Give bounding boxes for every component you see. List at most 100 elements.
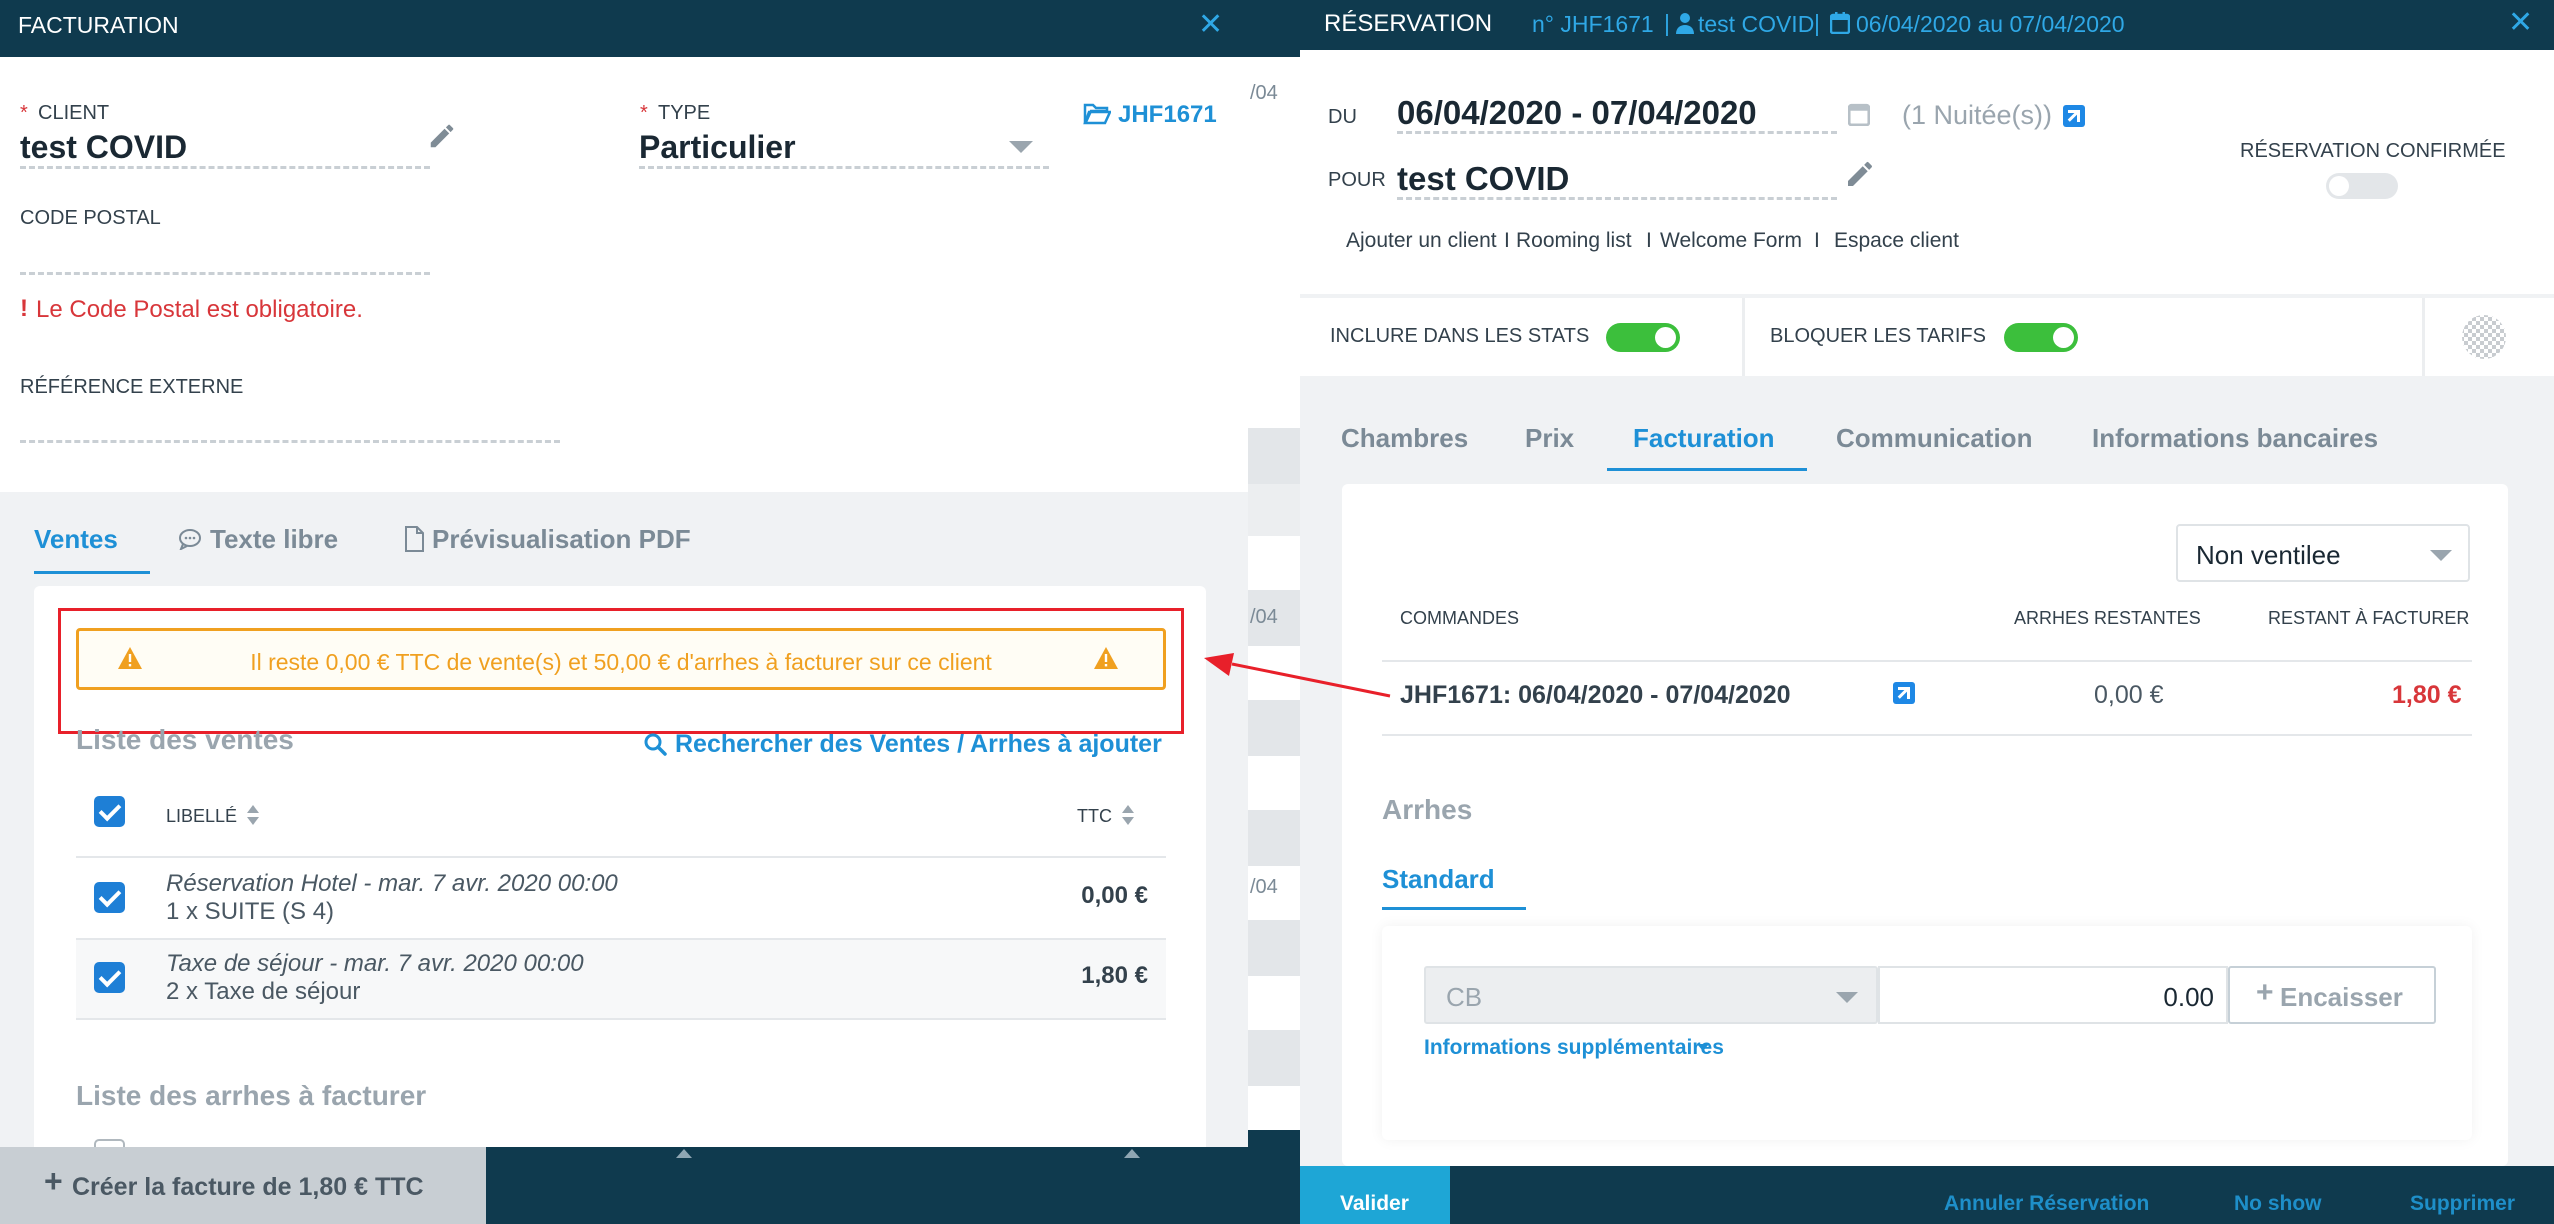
sort-icon[interactable] [246,804,260,826]
reservation-number: n° JHF1671 [1532,11,1654,37]
external-link-icon[interactable] [1893,682,1915,704]
link-separator: I [1814,229,1820,252]
column-header-restant: RESTANT À FACTURER [2268,608,2470,628]
chevron-down-icon [2430,550,2452,561]
include-stats-toggle[interactable] [1606,323,1680,352]
tab-informations-bancaires[interactable]: Informations bancaires [2092,423,2378,454]
order-arrhes: 0,00 € [2094,681,2164,709]
cancel-reservation-button[interactable]: Annuler Réservation [1944,1192,2149,1216]
column-header-arrhes: ARRHES RESTANTES [2014,608,2201,628]
row-checkbox[interactable] [94,882,125,913]
no-show-button[interactable]: No show [2234,1192,2322,1216]
sort-icon [676,1149,692,1158]
type-select[interactable]: Particulier [639,127,1049,169]
reservation-ref-link[interactable]: JHF1671 [1118,101,1217,129]
color-swatch-icon[interactable] [2460,313,2508,361]
payment-method-value: CB [1446,982,1483,1012]
tab-standard[interactable]: Standard [1382,864,1526,910]
delete-button[interactable]: Supprimer [2410,1192,2515,1216]
order-row[interactable]: JHF1671: 06/04/2020 - 07/04/2020 0,00 € … [1382,660,2472,736]
close-icon[interactable]: ✕ [1198,7,1223,42]
nights-count: (1 Nuitée(s)) [1902,100,2053,130]
close-icon[interactable]: ✕ [2508,5,2533,40]
column-header-libelle[interactable]: LIBELLÉ [166,806,237,827]
confirmed-toggle[interactable] [2326,173,2398,199]
client-required-mark: * [20,102,28,124]
calendar-row [1248,1130,1300,1224]
external-link-icon[interactable] [2063,105,2085,127]
postal-code-error-mark: ! [20,295,28,322]
tab-prix[interactable]: Prix [1525,423,1574,454]
tab-standard-label: Standard [1382,864,1495,894]
select-all-checkbox[interactable] [94,796,125,827]
validate-button[interactable]: Valider [1300,1166,1450,1224]
search-sales-link[interactable]: Rechercher des Ventes / Arrhes à ajouter [675,730,1162,759]
calendar-icon [1830,12,1850,34]
dates-value: 06/04/2020 - 07/04/2020 [1397,94,1757,131]
calendar-row [1248,484,1300,536]
calendar-icon[interactable] [1848,102,1870,126]
footer-bar: + Créer la facture de 1,80 € TTC [0,1147,1248,1224]
client-field[interactable]: test COVID [20,127,430,169]
warning-banner: Il reste 0,00 € TTC de vente(s) et 50,00… [76,628,1166,690]
plus-icon: + [44,1163,63,1199]
confirmed-label: RÉSERVATION CONFIRMÉE [2240,140,2506,162]
search-icon[interactable] [643,732,667,756]
external-reference-label: RÉFÉRENCE EXTERNE [20,376,244,398]
postal-code-error: Le Code Postal est obligatoire. [36,296,363,323]
encaisser-label: Encaisser [2280,982,2403,1012]
link-separator: I [1504,229,1510,252]
link-separator: I [1646,229,1652,252]
row-line1: Taxe de séjour - mar. 7 avr. 2020 00:00 [166,950,584,977]
postal-code-field[interactable] [20,239,430,275]
calendar-row [1248,810,1300,866]
options-divider [1742,298,1745,376]
tab-facturation[interactable]: Facturation [1607,423,1807,471]
tab-ventes[interactable]: Ventes [34,524,150,574]
arrhes-list-title: Liste des arrhes à facturer [76,1080,427,1111]
create-invoice-button[interactable]: + Créer la facture de 1,80 € TTC [0,1147,486,1224]
ventilation-select[interactable]: Non ventilee [2176,524,2470,582]
calendar-row [1248,920,1300,976]
calendar-row [1248,1030,1300,1086]
client-space-link[interactable]: Espace client [1834,229,1959,253]
row-line1: Réservation Hotel - mar. 7 avr. 2020 00:… [166,870,618,897]
sort-icon[interactable] [1121,804,1135,826]
calendar-row [1248,428,1300,484]
tab-ventes-label: Ventes [34,524,118,554]
block-tarifs-toggle[interactable] [2004,323,2078,352]
client-form: * CLIENT test COVID * TYPE Particulier J… [0,57,1248,492]
facturation-card: Non ventilee COMMANDES ARRHES RESTANTES … [1342,484,2508,1166]
dates-field[interactable]: 06/04/2020 - 07/04/2020 [1397,94,1837,134]
welcome-form-link[interactable]: Welcome Form [1660,229,1802,253]
reservation-dates: 06/04/2020 au 07/04/2020 [1856,11,2125,37]
row-line2: 2 x Taxe de séjour [166,978,361,1005]
facturation-panel: FACTURATION ✕ * CLIENT test COVID * TYPE… [0,0,1248,1224]
row-checkbox[interactable] [94,962,125,993]
table-row[interactable]: Réservation Hotel - mar. 7 avr. 2020 00:… [76,856,1166,938]
tab-chambres[interactable]: Chambres [1341,423,1468,454]
add-client-link[interactable]: Ajouter un client [1346,229,1497,253]
plus-icon: + [2256,976,2274,1009]
more-info-link[interactable]: Informations supplémentaires [1424,1036,1724,1060]
encaisser-button[interactable]: + Encaisser [2228,966,2436,1024]
reservation-info: DU 06/04/2020 - 07/04/2020 (1 Nuitée(s))… [1300,50,2554,294]
column-header-ttc[interactable]: TTC [1077,806,1112,827]
rooming-list-link[interactable]: Rooming list [1516,229,1632,253]
external-reference-field[interactable] [20,407,560,443]
client-field[interactable]: test COVID [1397,158,1837,200]
payment-method-select[interactable]: CB [1424,966,1878,1024]
tab-communication[interactable]: Communication [1836,423,2032,454]
pencil-icon[interactable] [427,121,457,151]
pencil-icon[interactable] [1844,158,1876,190]
payment-amount-input[interactable]: 0.00 [1878,966,2228,1024]
table-row[interactable]: Taxe de séjour - mar. 7 avr. 2020 00:00 … [76,938,1166,1020]
arrhes-title: Arrhes [1382,794,1473,825]
header-separator: | [1664,10,1670,36]
options-bar: INCLURE DANS LES STATS BLOQUER LES TARIF… [1300,298,2554,376]
user-icon [1676,13,1694,34]
column-header-commandes: COMMANDES [1400,608,1520,628]
postal-code-label: CODE POSTAL [20,207,161,229]
folder-open-icon[interactable] [1083,101,1111,125]
row-amount: 1,80 € [1081,962,1148,989]
